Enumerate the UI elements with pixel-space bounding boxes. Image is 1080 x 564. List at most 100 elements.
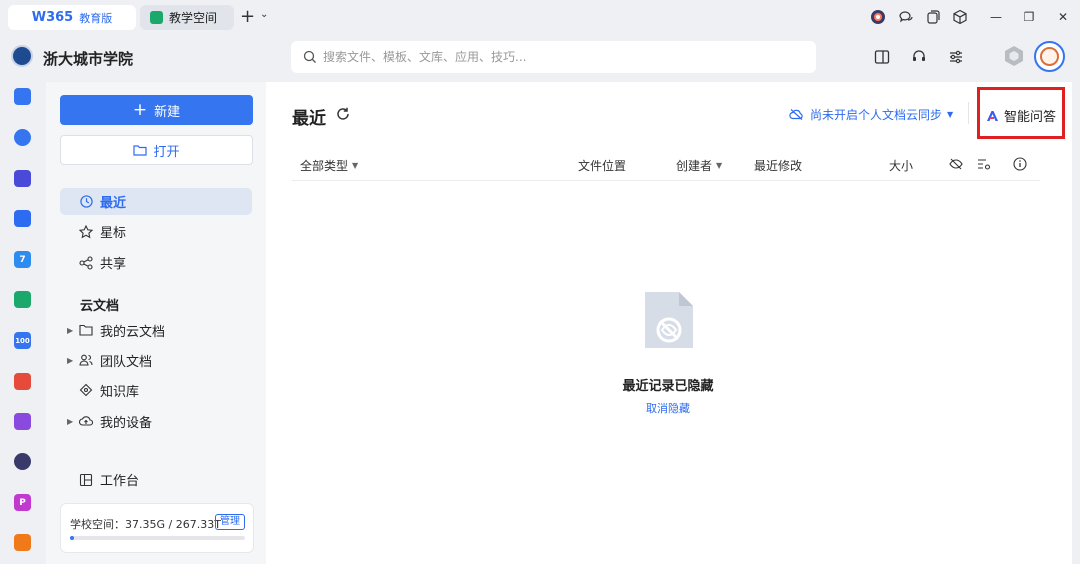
page-title: 最近 [292,109,326,129]
hidden-records-illustration-icon [643,290,695,350]
column-location: 文件位置 [578,157,626,174]
column-label: 文件位置 [578,159,627,173]
storage-progress-fill [70,536,74,540]
calendar-icon[interactable]: 7 [14,251,31,268]
nav-tree-team-docs[interactable]: ▶ 团队文档 [60,347,252,373]
nav-item-label: 工作台 [100,474,140,489]
header-divider [292,180,1040,181]
layout-icon[interactable] [872,47,892,67]
chevron-down-icon: ▼ [947,110,954,119]
info-icon[interactable] [1013,157,1027,171]
forms-icon[interactable] [14,291,31,308]
nav-tree-label: 团队文档 [100,354,153,370]
expand-arrow-icon[interactable]: ▶ [67,417,79,426]
nav-item-starred[interactable]: 星标 [60,218,252,245]
school-logo [11,45,33,67]
folder-icon [79,323,93,337]
empty-state-title: 最近记录已隐藏 [622,379,714,394]
divider [968,102,969,124]
column-modified[interactable]: 最近修改 [754,157,802,174]
nav-item-shared[interactable]: 共享 [60,249,252,276]
close-button[interactable]: ✕ [1055,9,1071,25]
calendar-clock-icon[interactable] [14,129,31,146]
customer-service-icon[interactable] [909,47,929,67]
assistant-icon[interactable] [14,453,31,470]
smart-qa-button[interactable]: 智能问答 [986,106,1056,125]
tab-teaching-space[interactable]: 教学空间 [140,5,234,30]
open-button-label: 打开 [153,144,180,160]
share-icon [79,255,93,270]
tab-label: 教学空间 [169,11,218,25]
minimize-button[interactable]: — [988,9,1004,25]
pdf-icon[interactable] [14,373,31,390]
nav-item-workbench[interactable]: 工作台 [60,466,252,493]
storage-card: 学校空间：37.35G / 267.33T 管理 [60,503,254,553]
smart-qa-label: 智能问答 [1004,110,1057,125]
mail-icon[interactable] [14,170,31,187]
star-icon [79,224,93,239]
column-file-type-filter[interactable]: 全部类型 ▼ [300,157,358,174]
chevron-down-icon: ▼ [716,161,723,170]
presentation-icon[interactable]: P [14,494,31,511]
teaching-space-icon [150,11,163,24]
apps-icon[interactable] [14,413,31,430]
column-label: 全部类型 [300,159,349,173]
search-input[interactable] [323,50,803,64]
tab-list-dropdown[interactable]: ⌄ [260,9,268,20]
docs-app-icon[interactable] [14,88,31,105]
ai-logo-icon [986,110,999,122]
clock-icon [79,195,93,209]
nav-item-label: 最近 [100,196,127,211]
column-label: 大小 [889,159,914,173]
settings-sliders-icon[interactable] [946,47,966,67]
nav-tree-knowledge-base[interactable]: 知识库 [60,377,252,403]
cube-icon[interactable] [952,9,968,25]
cloud-docs-section-title: 云文档 [80,299,120,314]
restore-button[interactable]: ❐ [1021,9,1037,25]
slides-icon[interactable] [14,534,31,551]
unhide-link[interactable]: 取消隐藏 [560,400,776,416]
storage-usage-text: 学校空间：37.35G / 267.33T [70,518,221,531]
team-icon [79,353,93,367]
user-avatar[interactable] [1034,41,1065,72]
refresh-icon[interactable] [335,106,351,122]
wps-logo: W365 [31,10,74,25]
nav-tree-label: 知识库 [100,384,140,400]
chat-icon[interactable] [898,9,914,25]
column-size[interactable]: 大小 [889,157,913,174]
list-settings-icon[interactable] [977,157,991,171]
workbench-icon [79,473,93,487]
nav-tree-label: 我的云文档 [100,324,166,340]
tab-wps365[interactable]: W365 教育版 [8,5,136,30]
open-button[interactable]: 打开 [60,135,253,165]
search-bar[interactable] [291,41,816,73]
window-copy-icon[interactable] [925,9,941,25]
new-button[interactable]: + 新建 [60,95,253,125]
folder-open-icon [133,144,148,156]
cloud-device-icon [79,414,93,428]
nav-item-recent[interactable]: 最近 [60,188,252,215]
membership-badge-icon[interactable] [1003,45,1025,67]
school-name: 浙大城市学院 [43,50,134,68]
expand-arrow-icon[interactable]: ▶ [67,326,79,335]
column-creator-filter[interactable]: 创建者 ▼ [676,157,722,174]
ai-assistant-icon[interactable] [870,9,886,25]
hide-records-icon[interactable] [949,157,963,171]
storage-progress-bar [70,536,245,540]
nav-item-label: 共享 [100,257,127,272]
manage-storage-button[interactable]: 管理 [215,514,245,530]
column-label: 创建者 [676,159,713,173]
new-tab-button[interactable]: + [240,6,255,27]
sync-status-label: 尚未开启个人文档云同步 [810,108,943,122]
expand-arrow-icon[interactable]: ▶ [67,356,79,365]
new-button-label: 新建 [154,104,181,120]
exam-icon[interactable]: 100 [14,332,31,349]
nav-tree-my-cloud-docs[interactable]: ▶ 我的云文档 [60,317,252,343]
plus-icon: + [132,100,148,120]
column-label: 最近修改 [754,159,803,173]
nav-tree-label: 我的设备 [100,415,153,431]
tab-label: 教育版 [79,11,113,25]
nav-tree-my-devices[interactable]: ▶ 我的设备 [60,408,252,434]
meeting-icon[interactable] [14,210,31,227]
cloud-sync-status[interactable]: 尚未开启个人文档云同步 ▼ [789,106,953,123]
